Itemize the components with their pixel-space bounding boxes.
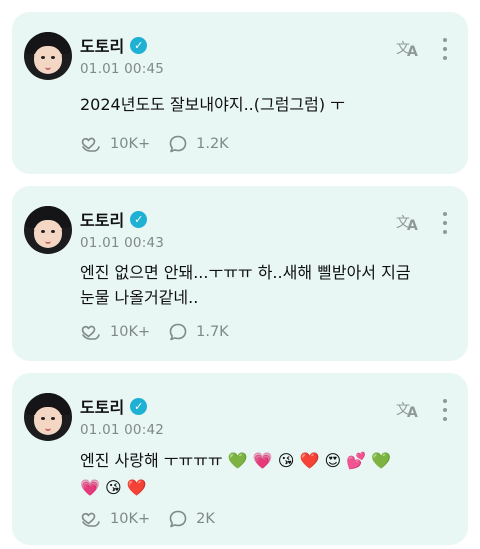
verified-badge-icon: ✓ [130, 36, 148, 54]
more-vertical-icon[interactable] [442, 212, 448, 234]
like-count: 10K+ [110, 324, 151, 340]
post-text: 2024년도도 잘보내야지..(그럼그럼) ㅜ [80, 95, 345, 114]
author-name[interactable]: 도토리 [80, 207, 124, 231]
comment-count: 2K [196, 511, 215, 527]
comment-count: 1.7K [196, 324, 229, 340]
post-timestamp: 01.01 00:43 [80, 235, 165, 251]
author-name[interactable]: 도토리 [80, 394, 124, 418]
post-timestamp: 01.01 00:42 [80, 422, 165, 438]
author-row: 도토리 ✓ [80, 33, 148, 57]
heart-hands-icon[interactable] [80, 134, 102, 154]
comment-bubble-icon[interactable] [168, 322, 188, 342]
heart-hands-icon[interactable] [80, 509, 102, 529]
post-stats: 10K+ 1.2K [80, 133, 229, 155]
author-name[interactable]: 도토리 [80, 33, 124, 57]
avatar[interactable] [24, 206, 72, 254]
more-vertical-icon[interactable] [442, 399, 448, 421]
avatar[interactable] [24, 32, 72, 80]
post-stats: 10K+ 1.7K [80, 321, 229, 343]
post-text: 엔진 없으면 안돼...ㅜㅠㅠ 하..새해 삘받아서 지금 눈물 나올거같네.. [80, 263, 411, 307]
avatar[interactable] [24, 393, 72, 441]
comment-count: 1.2K [196, 136, 229, 152]
translate-icon[interactable]: 文A [396, 212, 420, 234]
post-card[interactable]: 도토리 ✓ 01.01 00:42 文A 엔진 사랑해 ㅜㅠㅠㅠ 💚 💗 😘 ❤… [12, 373, 468, 545]
post-card[interactable]: 도토리 ✓ 01.01 00:45 文A 2024년도도 잘보내야지..(그럼그… [12, 12, 468, 174]
author-row: 도토리 ✓ [80, 207, 148, 231]
post-card[interactable]: 도토리 ✓ 01.01 00:43 文A 엔진 없으면 안돼...ㅜㅠㅠ 하..… [12, 186, 468, 361]
more-vertical-icon[interactable] [442, 38, 448, 60]
verified-badge-icon: ✓ [130, 397, 148, 415]
comment-bubble-icon[interactable] [168, 134, 188, 154]
verified-badge-icon: ✓ [130, 210, 148, 228]
like-count: 10K+ [110, 136, 151, 152]
comment-bubble-icon[interactable] [168, 509, 188, 529]
author-row: 도토리 ✓ [80, 394, 148, 418]
translate-icon[interactable]: 文A [396, 399, 420, 421]
post-text: 엔진 사랑해 ㅜㅠㅠㅠ 💚 💗 😘 ❤️ 😍 💕 💚 💗 😘 ❤️ [80, 451, 392, 497]
translate-icon[interactable]: 文A [396, 38, 420, 60]
post-feed: 도토리 ✓ 01.01 00:45 文A 2024년도도 잘보내야지..(그럼그… [0, 0, 480, 549]
heart-hands-icon[interactable] [80, 322, 102, 342]
post-timestamp: 01.01 00:45 [80, 61, 165, 77]
post-stats: 10K+ 2K [80, 508, 215, 530]
like-count: 10K+ [110, 511, 151, 527]
